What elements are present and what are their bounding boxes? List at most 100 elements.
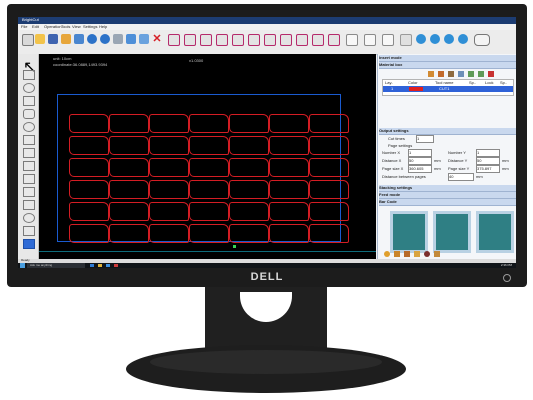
cut-shape[interactable] (109, 224, 149, 243)
bezier-tool-icon[interactable] (23, 200, 35, 210)
cut-shape[interactable] (309, 158, 349, 177)
material-edit-icon[interactable] (438, 71, 444, 77)
page-icon[interactable] (346, 34, 358, 46)
material-copy-icon[interactable] (448, 71, 454, 77)
start-icon[interactable] (474, 34, 490, 46)
arc-tool-icon[interactable] (23, 213, 35, 223)
cut-shape[interactable] (189, 202, 229, 221)
cut-shape[interactable] (309, 136, 349, 155)
fit-icon[interactable] (430, 34, 440, 44)
cut-shape[interactable] (149, 158, 189, 177)
ellipse-tool-icon[interactable] (23, 122, 35, 132)
distance-pages-input[interactable]: 40 (448, 173, 474, 181)
cut-shape[interactable] (189, 136, 229, 155)
cut-shape[interactable] (149, 224, 189, 243)
cut-shape[interactable] (229, 158, 269, 177)
cut-shape[interactable] (69, 180, 109, 199)
cut-shape[interactable] (229, 202, 269, 221)
import-icon[interactable] (61, 34, 71, 44)
cut-shape[interactable] (149, 202, 189, 221)
stop-icon[interactable] (424, 251, 430, 257)
cut-shape[interactable] (69, 136, 109, 155)
export-icon[interactable] (74, 34, 84, 44)
cut-shape[interactable] (189, 180, 229, 199)
array-icon[interactable] (248, 34, 260, 46)
measure-tool-icon[interactable] (23, 161, 35, 171)
barcode-preview-3[interactable] (476, 211, 514, 253)
cut-shape[interactable] (269, 180, 309, 199)
insert-mode-header[interactable]: Insert mode (379, 55, 516, 62)
cut-shape[interactable] (109, 180, 149, 199)
cut-shape[interactable] (269, 202, 309, 221)
cut-shape[interactable] (229, 136, 269, 155)
number-y-input[interactable]: 1 (476, 149, 500, 157)
cut-shape[interactable] (109, 158, 149, 177)
cut-shape[interactable] (309, 224, 349, 243)
redo-icon[interactable] (100, 34, 110, 44)
copy-icon[interactable] (126, 34, 136, 44)
stacking-settings-header[interactable]: Stacking settings (379, 185, 516, 192)
page-size-y-input[interactable]: 375.897 (476, 165, 500, 173)
save-icon[interactable] (48, 34, 58, 44)
weld-icon[interactable] (264, 34, 276, 46)
file-explorer-icon[interactable] (98, 264, 102, 267)
app-taskbar-icon[interactable] (114, 264, 118, 267)
cut-shape[interactable] (269, 158, 309, 177)
menu-edit[interactable]: Edit (32, 24, 39, 29)
material-add-icon[interactable] (428, 71, 434, 77)
menu-tools[interactable]: Tools (61, 24, 70, 29)
run-icon[interactable] (384, 251, 390, 257)
cut-shape[interactable] (149, 136, 189, 155)
select-arrow-icon[interactable]: ↖ (23, 57, 36, 76)
mirror-icon[interactable] (184, 34, 196, 46)
cut-shape[interactable] (69, 114, 109, 133)
cut-shape[interactable] (69, 202, 109, 221)
cut-shape[interactable] (229, 180, 269, 199)
undo-icon[interactable] (87, 34, 97, 44)
node-edit-icon[interactable] (23, 187, 35, 197)
color-tool-icon[interactable] (23, 239, 35, 249)
menu-view[interactable]: View (72, 24, 81, 29)
cut-shape[interactable] (109, 136, 149, 155)
cut-shape[interactable] (109, 202, 149, 221)
cut-shape[interactable] (149, 180, 189, 199)
rectangle-tool-icon[interactable] (23, 96, 35, 106)
store-icon[interactable] (106, 264, 110, 267)
barcode-preview-2[interactable] (433, 211, 471, 253)
cut-shape[interactable] (189, 158, 229, 177)
knife-tool-icon[interactable] (23, 174, 35, 184)
cut-shape[interactable] (269, 136, 309, 155)
material-up-icon[interactable] (468, 71, 474, 77)
group-icon[interactable] (216, 34, 228, 46)
material-move-icon[interactable] (458, 71, 464, 77)
edge-browser-icon[interactable] (90, 264, 94, 267)
text-tool-icon[interactable] (23, 135, 35, 145)
open-icon[interactable] (35, 34, 45, 44)
page-size-x-input[interactable]: 360.605 (408, 165, 432, 173)
settings-icon[interactable] (444, 34, 454, 44)
export-file-icon[interactable] (414, 251, 420, 257)
cut-icon[interactable] (113, 34, 123, 44)
menu-file[interactable]: File (21, 24, 27, 29)
align-icon[interactable] (168, 34, 180, 46)
start-menu-icon[interactable] (20, 263, 25, 268)
material-delete-icon[interactable] (488, 71, 494, 77)
cut-shape[interactable] (309, 180, 349, 199)
cut-shape[interactable] (229, 114, 269, 133)
material-down-icon[interactable] (478, 71, 484, 77)
barcode-preview-1[interactable] (390, 211, 428, 253)
cut-shape[interactable] (69, 224, 109, 243)
feed-mode-header[interactable]: Feed mode (379, 192, 516, 199)
cut-shape[interactable] (69, 158, 109, 177)
copy-page-icon[interactable] (364, 34, 376, 46)
new-file-icon[interactable] (22, 34, 34, 46)
distance-x-input[interactable]: 50 (408, 157, 432, 165)
preview-icon[interactable] (458, 34, 468, 44)
frame-icon[interactable] (400, 34, 412, 46)
polygon-tool-icon[interactable] (23, 109, 35, 119)
layout-icon[interactable] (382, 34, 394, 46)
table-row[interactable]: 1 CUT1 (383, 86, 513, 92)
cut-times-input[interactable]: 1 (416, 135, 434, 143)
cutting-canvas[interactable]: unit: 10cm coordinate:36.0889,1493.9394 … (39, 54, 376, 259)
cut-shape[interactable] (149, 114, 189, 133)
